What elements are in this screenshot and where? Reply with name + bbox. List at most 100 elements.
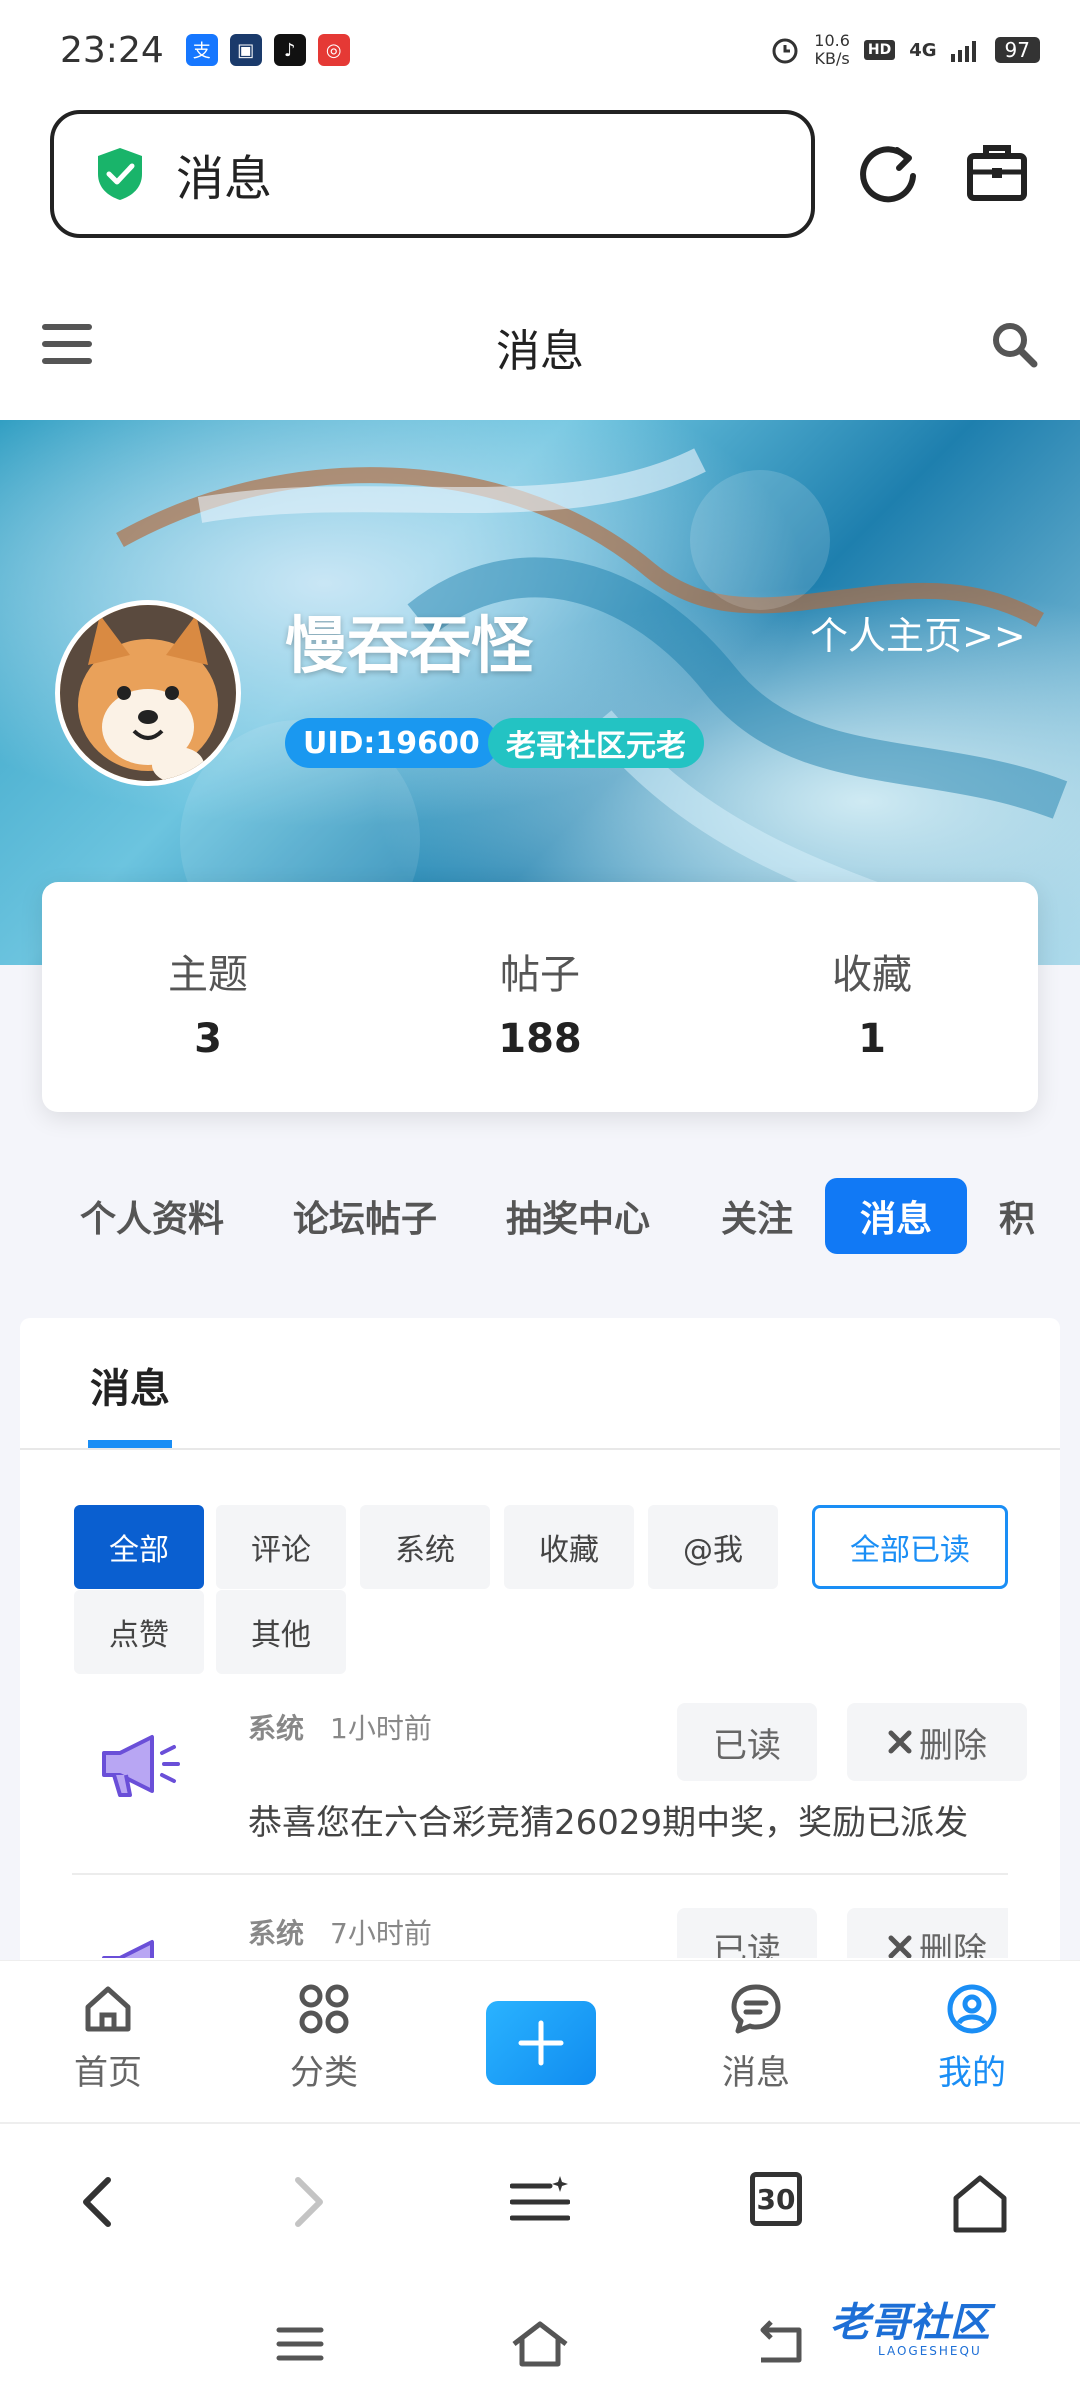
- uid-badge: UID:19600: [285, 718, 498, 768]
- filter-favorites[interactable]: 收藏: [504, 1505, 634, 1589]
- chat-bubble-icon: [731, 1984, 781, 2034]
- filter-likes[interactable]: 点赞: [74, 1590, 204, 1674]
- filter-system[interactable]: 系统: [360, 1505, 490, 1589]
- megaphone-icon: [102, 1940, 154, 1958]
- megaphone-icon: [102, 1735, 180, 1797]
- home-icon: [85, 1986, 131, 2032]
- system-home-icon[interactable]: [510, 2320, 570, 2368]
- close-icon: [888, 1730, 912, 1754]
- system-back-icon[interactable]: [755, 2320, 805, 2368]
- mark-read-button[interactable]: 已读: [677, 1908, 817, 1958]
- hd-badge: HD: [863, 40, 896, 60]
- delete-button[interactable]: 删除: [847, 1908, 1008, 1958]
- delete-label: 删除: [919, 1930, 987, 1959]
- browser-url-area: 消息: [0, 100, 1080, 260]
- close-icon: [888, 1935, 912, 1958]
- alarm-icon: [772, 38, 798, 64]
- tab-count-button[interactable]: 30: [750, 2172, 802, 2226]
- message-content: 恭喜您在六合彩竞猜26029期中奖，奖励已派发: [248, 1803, 969, 1843]
- menu-sparkle-icon[interactable]: [510, 2174, 570, 2230]
- net-speed-unit: KB/s: [814, 49, 850, 68]
- tab-messages[interactable]: 消息: [825, 1178, 967, 1254]
- stat-favorites[interactable]: 收藏 1: [706, 932, 1038, 1062]
- watermark-logo: 老哥社区: [830, 2300, 990, 2346]
- browser-home-icon[interactable]: [950, 2174, 1010, 2234]
- refresh-icon[interactable]: [853, 138, 923, 208]
- nav-category[interactable]: 分类: [254, 1981, 394, 2094]
- filter-comments[interactable]: 评论: [216, 1505, 346, 1589]
- username: 慢吞吞怪: [285, 609, 534, 682]
- nav-label: 分类: [290, 2053, 358, 2093]
- page-title: 消息: [496, 326, 584, 377]
- url-text: 消息: [176, 151, 273, 207]
- tiktok-icon: ♪: [273, 34, 306, 66]
- nav-home[interactable]: 首页: [38, 1981, 178, 2094]
- recent-apps-icon[interactable]: [275, 2324, 325, 2364]
- tab-points[interactable]: 积: [992, 1178, 1042, 1254]
- stat-label: 帖子: [500, 952, 580, 998]
- role-badge: 老哥社区元老: [488, 718, 704, 768]
- browser-toolbar: 30: [0, 2122, 1080, 2284]
- message-time: 7小时前: [330, 1917, 432, 1950]
- app-header: 消息: [0, 260, 1080, 420]
- status-time: 23:24: [60, 29, 164, 71]
- active-tab-indicator: [88, 1440, 172, 1448]
- stat-value: 3: [194, 1016, 222, 1062]
- stat-label: 收藏: [832, 952, 912, 998]
- tab-forum-posts[interactable]: 论坛帖子: [285, 1178, 445, 1254]
- stat-label: 主题: [168, 952, 248, 998]
- stat-topics[interactable]: 主题 3: [42, 932, 374, 1062]
- nav-messages[interactable]: 消息: [686, 1981, 826, 2094]
- alipay-icon: 支: [185, 34, 218, 66]
- plus-icon: [518, 2020, 564, 2066]
- message-item[interactable]: 系统 7小时前 已读 删除: [72, 1908, 1008, 1958]
- user-circle-icon: [947, 1984, 997, 2034]
- tab-follow[interactable]: 关注: [712, 1178, 802, 1254]
- nav-label: 我的: [938, 2053, 1006, 2093]
- secure-shield-icon: [98, 148, 142, 200]
- bottom-nav: 首页 分类 消息 我的: [0, 1960, 1080, 2122]
- battery-indicator: 97: [994, 37, 1040, 63]
- watermark-subtitle: LAOGESHEQU: [878, 2344, 982, 2358]
- divider: [20, 1448, 1060, 1450]
- profile-home-link[interactable]: 个人主页>>: [810, 605, 1026, 660]
- message-type: 系统: [248, 1712, 305, 1745]
- tab-lottery[interactable]: 抽奖中心: [498, 1178, 658, 1254]
- mark-all-read-button[interactable]: 全部已读: [812, 1505, 1008, 1589]
- filter-mentions[interactable]: @我: [648, 1505, 778, 1589]
- mark-read-button[interactable]: 已读: [677, 1703, 817, 1781]
- back-icon[interactable]: [78, 2174, 118, 2230]
- network-type: 4G: [909, 39, 937, 61]
- profile-tabs: 个人资料 论坛帖子 抽奖中心 关注 消息 积: [0, 1170, 1080, 1260]
- stat-value: 1: [858, 1016, 886, 1062]
- net-speed: 10.6 KB/s: [814, 32, 850, 68]
- avatar[interactable]: [55, 600, 241, 786]
- status-bar: 23:24 支 ▣ ♪ ◎ 10.6 KB/s HD 4G 97: [0, 0, 1080, 100]
- nav-mine[interactable]: 我的: [902, 1981, 1042, 2094]
- shiba-avatar-image: [60, 605, 236, 781]
- url-bar[interactable]: 消息: [50, 110, 815, 238]
- netease-music-icon: ◎: [317, 34, 350, 66]
- tab-profile[interactable]: 个人资料: [72, 1178, 232, 1254]
- divider: [72, 1873, 1008, 1875]
- delete-button[interactable]: 删除: [847, 1703, 1027, 1781]
- nav-label: 首页: [74, 2053, 142, 2093]
- signal-icon: [950, 41, 976, 62]
- message-item[interactable]: 系统 1小时前 已读 删除 恭喜您在六合彩竞猜26029期中奖，奖励已派发: [72, 1703, 1027, 1873]
- message-type: 系统: [248, 1917, 305, 1950]
- filter-all[interactable]: 全部: [74, 1505, 204, 1589]
- search-icon[interactable]: [990, 320, 1038, 368]
- toolbox-icon[interactable]: [962, 138, 1032, 208]
- message-time: 1小时前: [330, 1712, 432, 1745]
- filter-other[interactable]: 其他: [216, 1590, 346, 1674]
- nav-label: 消息: [722, 2053, 790, 2093]
- grid-icon: [299, 1984, 349, 2034]
- game-app-icon: ▣: [229, 34, 262, 66]
- status-indicators: 10.6 KB/s HD 4G 97: [770, 32, 1040, 68]
- panel-tab-messages[interactable]: 消息: [90, 1356, 170, 1414]
- delete-label: 删除: [919, 1725, 987, 1766]
- stat-posts[interactable]: 帖子 188: [374, 932, 706, 1062]
- stat-value: 188: [498, 1016, 582, 1062]
- forward-icon[interactable]: [288, 2174, 328, 2230]
- add-post-button[interactable]: [486, 2001, 596, 2085]
